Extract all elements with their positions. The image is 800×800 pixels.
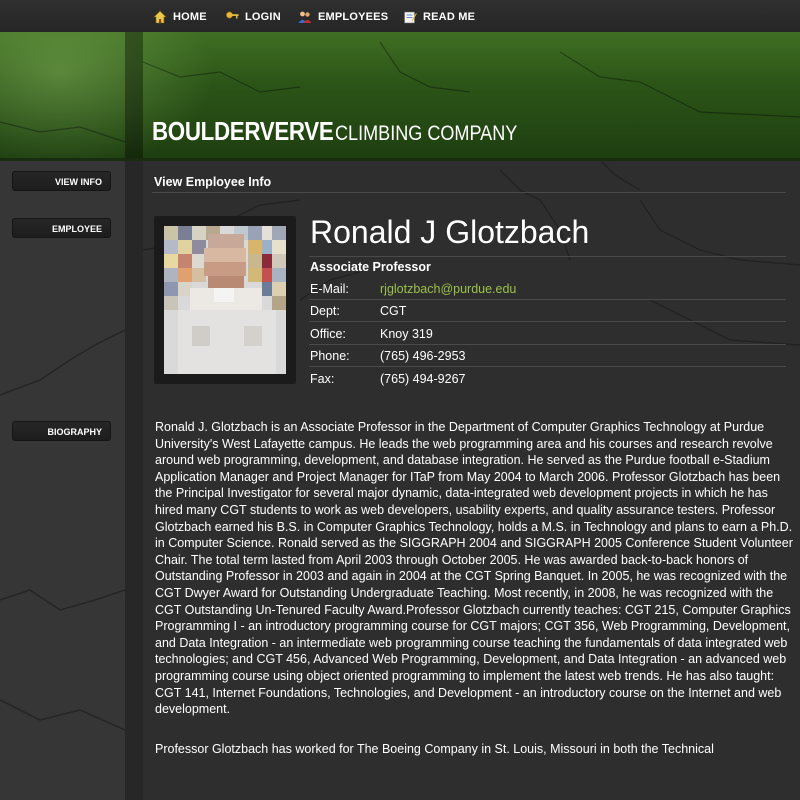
sidebar-label-biography: BIOGRAPHY [12, 421, 111, 441]
nav-employees[interactable]: EMPLOYEES [298, 9, 388, 25]
name-divider [309, 256, 786, 257]
info-divider [309, 321, 786, 322]
phone-label: Phone: [310, 349, 350, 363]
info-divider [309, 344, 786, 345]
employee-photo [164, 226, 286, 374]
home-icon [153, 10, 167, 24]
page-title: View Employee Info [154, 175, 272, 189]
key-icon [225, 11, 239, 19]
nav-employees-label: EMPLOYEES [318, 11, 389, 23]
nav-home-label: HOME [173, 11, 207, 23]
office-value: Knoy 319 [380, 327, 433, 341]
fax-label: Fax: [310, 372, 335, 386]
sidebar-label-view-info: VIEW INFO [12, 171, 111, 191]
nav-login-label: LOGIN [245, 11, 281, 23]
biography-paragraph: Ronald J. Glotzbach is an Associate Prof… [155, 420, 793, 717]
email-link[interactable]: rjglotzbach@purdue.edu [380, 282, 516, 296]
title-divider [152, 192, 786, 193]
office-label: Office: [310, 327, 346, 341]
employee-name: Ronald J Glotzbach [310, 214, 590, 250]
top-navigation: HOME LOGIN EMPLOYEES READ ME [0, 0, 800, 32]
phone-value: (765) 496-2953 [380, 349, 466, 363]
banner-border [0, 158, 800, 161]
employee-title: Associate Professor [310, 260, 431, 274]
fax-value: (765) 494-9267 [380, 372, 466, 386]
biography-paragraph: Professor Glotzbach has worked for The B… [155, 741, 714, 756]
dept-label: Dept: [310, 304, 340, 318]
nav-readme-label: READ ME [423, 11, 476, 23]
document-icon [404, 11, 417, 24]
logo-sub-text: CLIMBING COMPANY [334, 122, 518, 145]
sidebar-label-employee: EMPLOYEE [12, 218, 111, 238]
biography-text: Ronald J. Glotzbach is an Associate Prof… [155, 419, 793, 780]
email-value: rjglotzbach@purdue.edu [380, 282, 516, 296]
info-divider [309, 299, 786, 300]
banner-column-shade [125, 32, 143, 160]
logo-main-text: BOULDERVERVE [152, 116, 334, 146]
info-divider [309, 366, 786, 367]
nav-readme[interactable]: READ ME [403, 9, 475, 25]
dept-value: CGT [380, 304, 407, 318]
nav-login[interactable]: LOGIN [225, 9, 281, 25]
email-label: E-Mail: [310, 282, 349, 296]
site-logo[interactable]: BOULDERVERVE CLIMBING COMPANY [152, 116, 547, 146]
users-icon [298, 11, 312, 23]
nav-home[interactable]: HOME [153, 9, 207, 25]
